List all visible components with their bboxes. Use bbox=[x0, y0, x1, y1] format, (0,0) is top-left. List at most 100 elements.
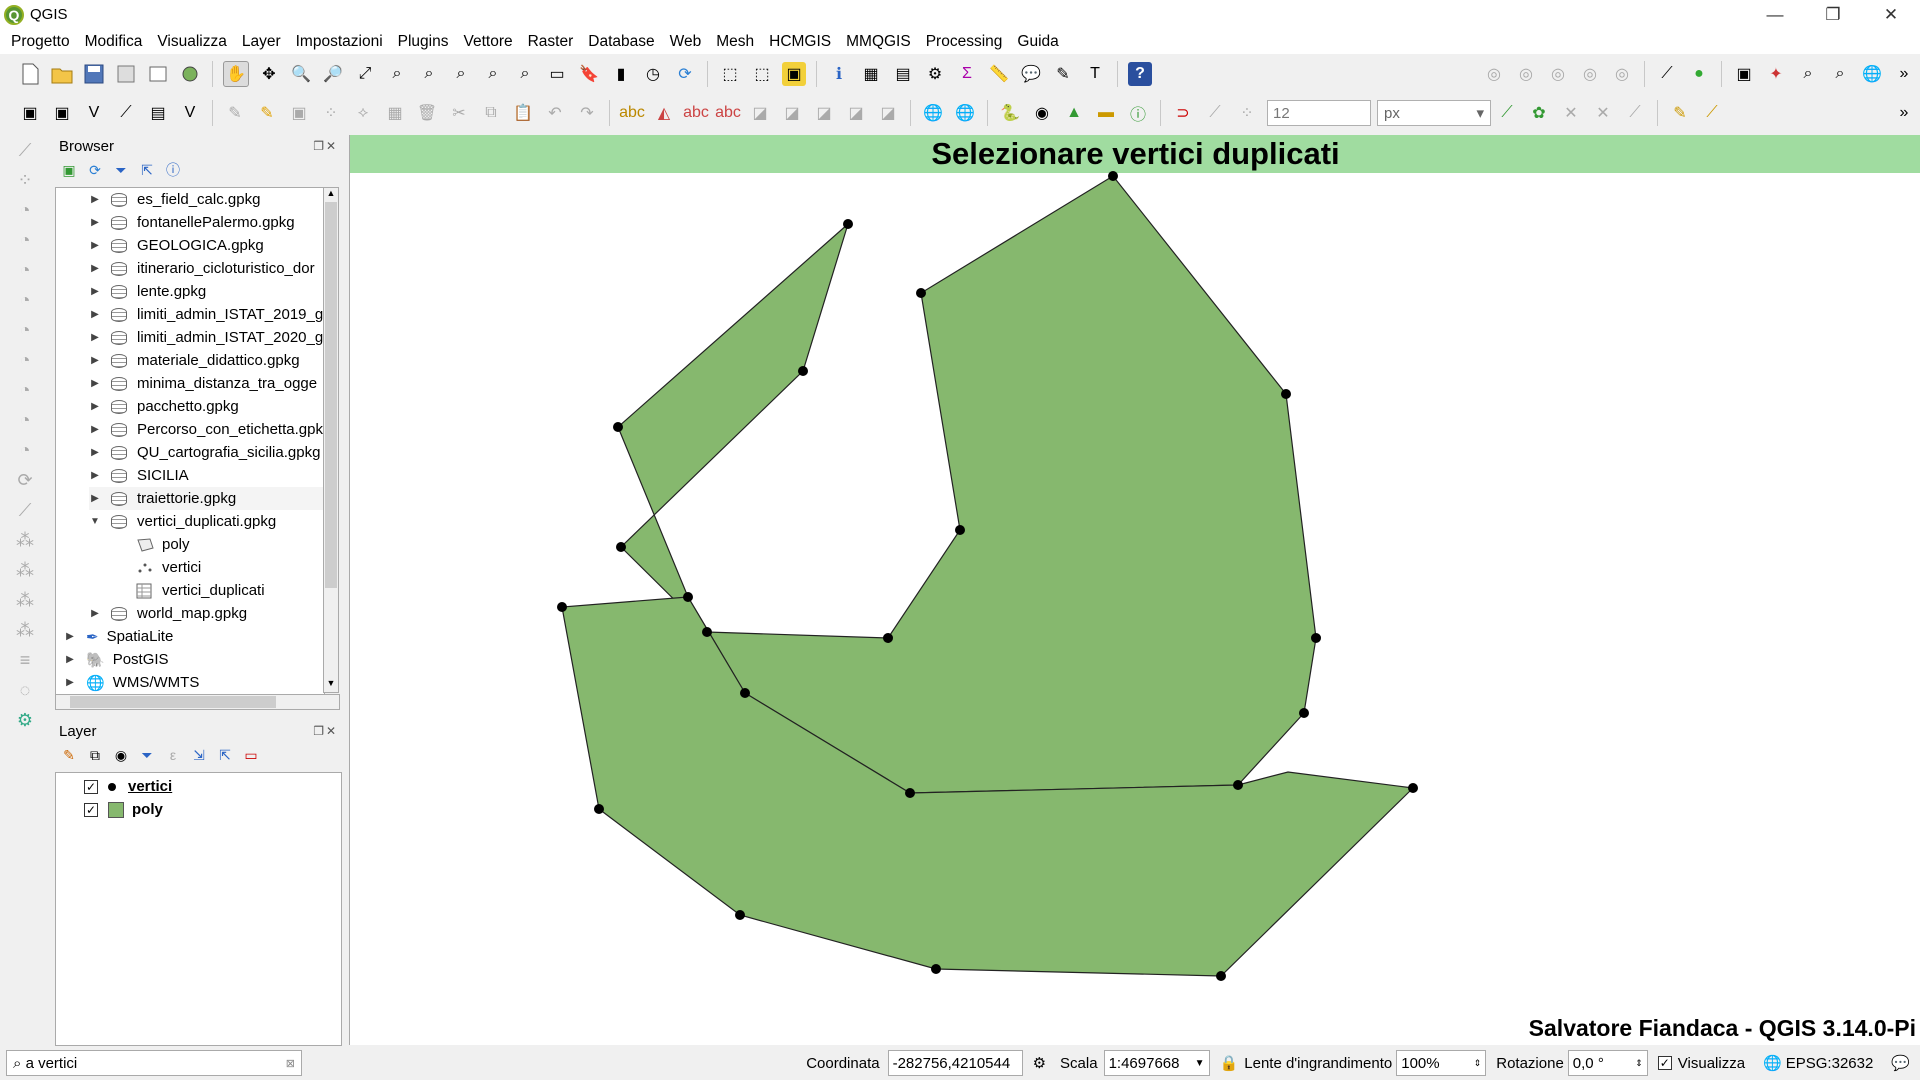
redo-icon[interactable]: ↷ bbox=[575, 101, 599, 125]
tracing-icon[interactable]: ⟋ bbox=[1495, 101, 1519, 125]
layer-visibility-checkbox[interactable]: ✓ bbox=[84, 779, 98, 794]
list-item[interactable]: ▶ traiettorie.gpkg bbox=[89, 487, 324, 510]
menu-layer[interactable]: Layer bbox=[242, 33, 281, 51]
measure-icon[interactable]: 📏 bbox=[987, 62, 1011, 86]
edit-pencil-icon[interactable]: ✎ bbox=[223, 101, 247, 125]
add-group-icon[interactable]: ⧉ bbox=[85, 745, 105, 765]
filter-legend-icon[interactable]: ⏷ bbox=[137, 745, 157, 765]
left-tool-7-icon[interactable]: ◔ bbox=[13, 318, 37, 342]
collapse-all-icon[interactable]: ⇱ bbox=[137, 160, 157, 180]
intersection-icon[interactable]: ✕ bbox=[1559, 101, 1583, 125]
list-item[interactable]: ▶ limiti_admin_ISTAT_2019_g bbox=[89, 303, 323, 326]
left-tool-16-icon[interactable]: ⁂ bbox=[13, 588, 37, 612]
left-tool-1-icon[interactable]: ⟋ bbox=[13, 138, 37, 162]
zoom-out-icon[interactable]: 🔎 bbox=[321, 62, 345, 86]
vertex-point[interactable] bbox=[1299, 708, 1309, 718]
data-source-manager-icon[interactable]: ▣ bbox=[18, 101, 42, 125]
list-item[interactable]: ▶ limiti_admin_ISTAT_2020_g bbox=[89, 326, 323, 349]
browser-horizontal-scrollbar[interactable] bbox=[55, 694, 340, 710]
left-tool-14-icon[interactable]: ⁂ bbox=[13, 528, 37, 552]
vertex-point[interactable] bbox=[702, 627, 712, 637]
plugin-d-icon[interactable]: ⌕ bbox=[1828, 62, 1852, 86]
list-item[interactable]: ▶ itinerario_cicloturistico_dor bbox=[89, 257, 314, 280]
menu-visualizza[interactable]: Visualizza bbox=[157, 33, 227, 51]
toggle-extents-icon[interactable]: ⚙ bbox=[1033, 1054, 1046, 1072]
pin-label-icon[interactable]: abc bbox=[683, 101, 709, 125]
scroll-thumb[interactable] bbox=[325, 202, 337, 588]
zoom-next-icon[interactable]: ⌕ bbox=[513, 62, 537, 86]
text-annotation-icon[interactable]: T bbox=[1083, 62, 1107, 86]
menu-database[interactable]: Database bbox=[588, 33, 654, 51]
cut-icon[interactable]: ✂ bbox=[447, 101, 471, 125]
left-tool-17-icon[interactable]: ⁂ bbox=[13, 618, 37, 642]
list-item[interactable]: ▶ materiale_didattico.gpkg bbox=[89, 349, 299, 372]
list-item[interactable]: ▶ pacchetto.gpkg bbox=[89, 395, 239, 418]
manage-map-themes-icon[interactable]: ◉ bbox=[111, 745, 131, 765]
menu-mmqgis[interactable]: MMQGIS bbox=[846, 33, 911, 51]
left-tool-20-icon[interactable]: ⚙ bbox=[13, 708, 37, 732]
vertex-point[interactable] bbox=[1408, 783, 1418, 793]
list-item[interactable]: ▶ world_map.gpkg bbox=[89, 602, 247, 625]
menu-web[interactable]: Web bbox=[670, 33, 702, 51]
menu-vettore[interactable]: Vettore bbox=[463, 33, 512, 51]
more-toolbar-icon[interactable]: » bbox=[1892, 62, 1916, 86]
snapping-magnet-icon[interactable]: ⊃ bbox=[1171, 101, 1195, 125]
info-plugin-icon[interactable]: ⓘ bbox=[1126, 101, 1150, 125]
list-item[interactable]: ▶ QU_cartografia_sicilia.gpkg bbox=[89, 441, 320, 464]
left-tool-19-icon[interactable]: ◌ bbox=[13, 678, 37, 702]
new-map-view-icon[interactable]: ▭ bbox=[545, 62, 569, 86]
select-by-value-icon[interactable]: ⬚ bbox=[750, 62, 774, 86]
vertex-point[interactable] bbox=[1281, 389, 1291, 399]
plugin-green-icon[interactable]: ● bbox=[1687, 62, 1711, 86]
select-features-icon[interactable]: ⬚ bbox=[718, 62, 742, 86]
zoom-last-icon[interactable]: ⌕ bbox=[481, 62, 505, 86]
print-layout-icon[interactable] bbox=[146, 62, 170, 86]
vertex-point[interactable] bbox=[916, 288, 926, 298]
plugin-b-icon[interactable]: ✦ bbox=[1764, 62, 1788, 86]
clear-search-icon[interactable]: ⊠ bbox=[286, 1057, 295, 1070]
vertex-tool-icon[interactable]: ⟡ bbox=[351, 101, 375, 125]
add-layers-icon[interactable]: ▣ bbox=[59, 160, 79, 180]
diagram-icon[interactable]: ◭ bbox=[652, 101, 676, 125]
label-icon[interactable]: abc bbox=[619, 101, 645, 125]
advanced-digitize-icon[interactable]: ✕ bbox=[1591, 101, 1615, 125]
map-tips-icon[interactable]: 💬 bbox=[1019, 62, 1043, 86]
pan-hand-icon[interactable]: ✋ bbox=[223, 61, 249, 87]
menu-guida[interactable]: Guida bbox=[1017, 33, 1058, 51]
identify-icon[interactable]: ℹ bbox=[827, 62, 851, 86]
topology-icon[interactable]: ✿ bbox=[1527, 101, 1551, 125]
style-manager-icon[interactable] bbox=[178, 62, 202, 86]
save-edits-icon[interactable]: ▣ bbox=[287, 101, 311, 125]
rotate-label-icon[interactable]: ◪ bbox=[780, 101, 804, 125]
list-item[interactable]: ▶ Percorso_con_etichetta.gpk bbox=[89, 418, 323, 441]
menu-raster[interactable]: Raster bbox=[528, 33, 574, 51]
add-feature-icon[interactable]: ⁘ bbox=[319, 101, 343, 125]
vertex-point[interactable] bbox=[1311, 633, 1321, 643]
paste-icon[interactable]: 📋 bbox=[511, 101, 535, 125]
scroll-thumb[interactable] bbox=[70, 696, 276, 708]
delete-selected-icon[interactable]: 🗑 bbox=[415, 101, 439, 125]
list-item[interactable]: ▶ lente.gpkg bbox=[89, 280, 206, 303]
zoom-full-icon[interactable]: ⤢ bbox=[353, 62, 377, 86]
list-item[interactable]: ▶ 🌐 WMS/WMTS bbox=[64, 671, 199, 694]
new-bookmark-icon[interactable]: 🔖 bbox=[577, 62, 601, 86]
new-project-icon[interactable] bbox=[18, 62, 42, 86]
left-tool-5-icon[interactable]: ◔ bbox=[13, 258, 37, 282]
python-console-icon[interactable]: 🐍 bbox=[998, 101, 1022, 125]
left-tool-18-icon[interactable]: ≡ bbox=[13, 648, 37, 672]
panel-float-close-icon[interactable]: ❐✕ bbox=[313, 724, 338, 738]
annotation-icon[interactable]: ✎ bbox=[1051, 62, 1075, 86]
list-item[interactable]: vertici bbox=[136, 556, 201, 579]
list-item[interactable]: ▶ es_field_calc.gpkg bbox=[89, 188, 260, 211]
plugin-c-icon[interactable]: ⌕ bbox=[1796, 62, 1820, 86]
highlight-label-icon[interactable]: abc bbox=[715, 101, 741, 125]
show-bookmarks-icon[interactable]: ▮ bbox=[609, 62, 633, 86]
profile-icon[interactable]: ⟋ bbox=[1655, 62, 1679, 86]
left-tool-12-icon[interactable]: ⟳ bbox=[13, 468, 37, 492]
left-tool-6-icon[interactable]: ◔ bbox=[13, 288, 37, 312]
processing-toolbox-icon[interactable]: ⚙ bbox=[923, 62, 947, 86]
list-item[interactable]: vertici_duplicati bbox=[136, 579, 265, 602]
profile-tool-icon[interactable]: ▲ bbox=[1062, 101, 1086, 125]
vertex-icon[interactable]: ◎ bbox=[1546, 62, 1570, 86]
filter-browser-icon[interactable]: ⏷ bbox=[111, 160, 131, 180]
